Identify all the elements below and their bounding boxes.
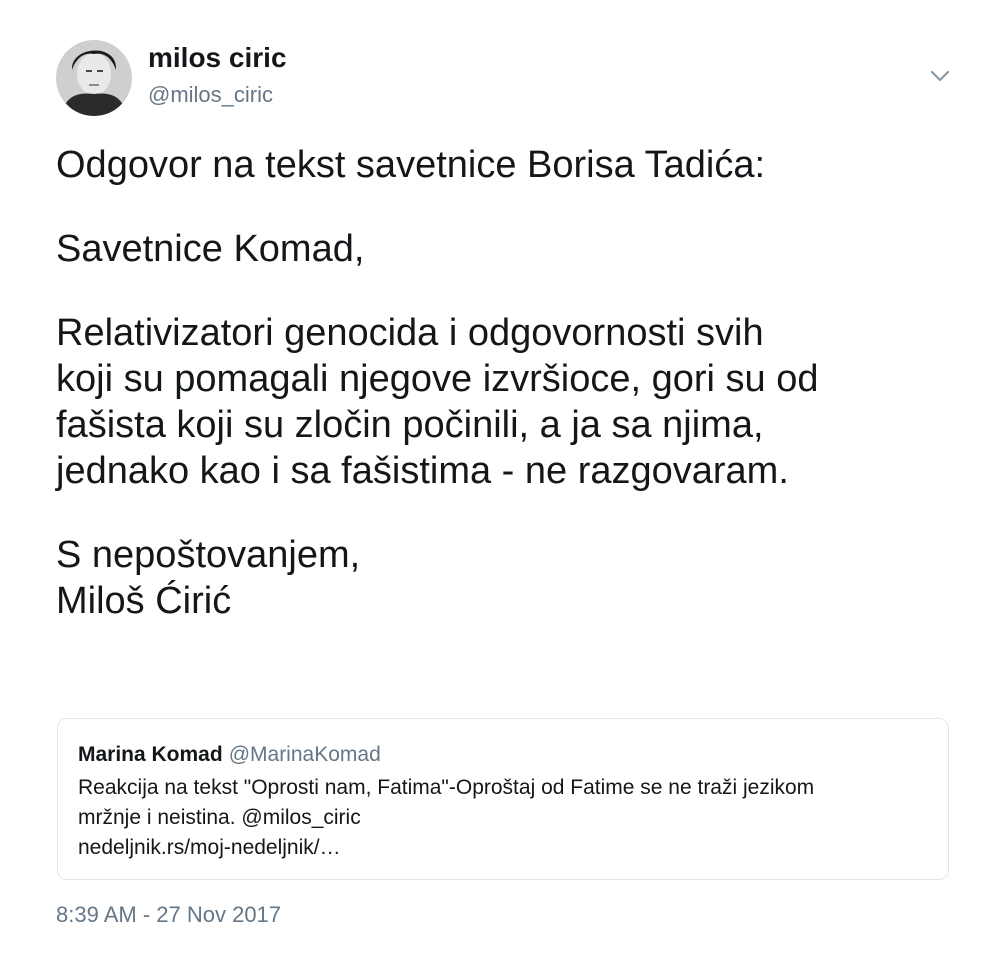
tweet-line: jednako kao i sa fašistima - ne razgovar… (56, 450, 789, 492)
tweet-options-button[interactable] (926, 64, 954, 88)
quoted-tweet-line: mržnje i neistina. @milos_ciric (78, 806, 361, 829)
tweet-line: Odgovor na tekst savetnice Borisa Tadića… (56, 144, 766, 186)
quoted-tweet-link[interactable]: nedeljnik.rs/moj-nedeljnik/… (78, 833, 938, 863)
tweet-text: Odgovor na tekst savetnice Borisa Tadića… (56, 142, 976, 624)
quoted-tweet-line: Reakcija na tekst "Oprosti nam, Fatima"-… (78, 776, 815, 799)
quoted-tweet-card[interactable]: Marina Komad @MarinaKomad Reakcija na tek… (57, 718, 949, 880)
tweet-line: Miloš Ćirić (56, 580, 232, 622)
author-handle[interactable]: @milos_ciric (148, 82, 273, 108)
author-name[interactable]: milos ciric (148, 42, 287, 74)
tweet-line: fašista koji su zločin počinili, a ja sa… (56, 404, 764, 446)
quoted-tweet-header: Marina Komad @MarinaKomad (78, 743, 381, 767)
tweet-timestamp[interactable]: 8:39 AM - 27 Nov 2017 (56, 902, 281, 928)
tweet-line: Savetnice Komad, (56, 228, 365, 270)
chevron-down-icon (930, 70, 950, 82)
quoted-tweet-text: Reakcija na tekst "Oprosti nam, Fatima"-… (78, 773, 938, 863)
tweet-line: Relativizatori genocida i odgovornosti s… (56, 312, 764, 354)
quoted-author-name: Marina Komad (78, 743, 223, 766)
profile-photo-avatar-icon (56, 40, 132, 116)
tweet-line: S nepoštovanjem, (56, 534, 361, 576)
avatar[interactable] (56, 40, 132, 116)
quoted-author-handle: @MarinaKomad (228, 743, 381, 766)
tweet-line: koji su pomagali njegove izvršioce, gori… (56, 358, 819, 400)
